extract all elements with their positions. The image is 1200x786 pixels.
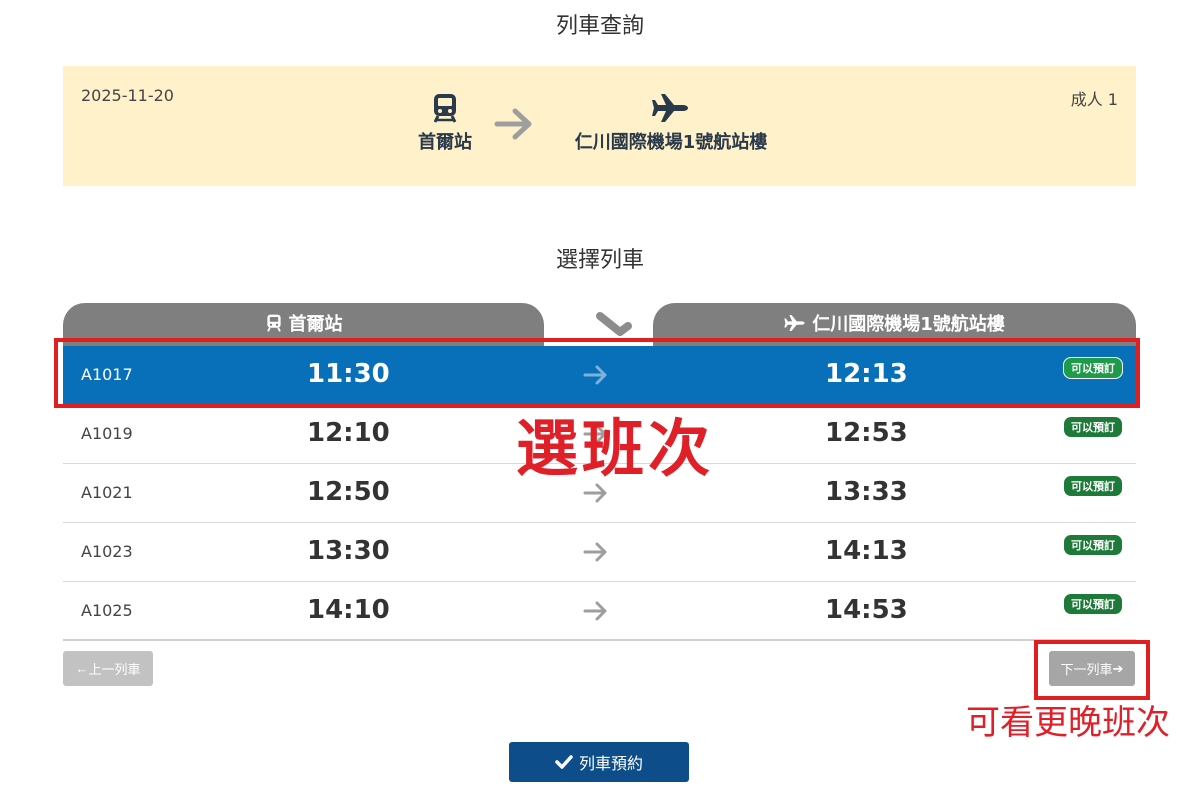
departure-time: 12:10 xyxy=(307,418,390,448)
passenger-count: 成人 1 xyxy=(1070,90,1118,109)
train-icon xyxy=(266,314,281,332)
selected-row-highlight xyxy=(54,338,1140,408)
destination-station-name: 仁川國際機場1號航站樓 xyxy=(574,132,768,153)
summary-origin: 首爾站 xyxy=(408,92,482,154)
train-row[interactable]: A1025 14:10 14:53 可以預訂 xyxy=(63,582,1136,640)
airplane-icon xyxy=(784,315,805,331)
summary-destination: 仁川國際機場1號航站樓 xyxy=(551,92,791,154)
arrow-left-icon: ← xyxy=(75,661,89,676)
check-icon xyxy=(555,755,573,769)
train-number: A1023 xyxy=(81,542,133,561)
train-number: A1019 xyxy=(81,424,133,443)
train-number: A1025 xyxy=(81,601,133,620)
arrow-right-icon xyxy=(494,108,532,140)
status-badge: 可以預訂 xyxy=(1063,475,1123,497)
arrival-time: 14:13 xyxy=(825,536,908,566)
train-icon xyxy=(433,94,457,123)
page-title: 列車查詢 xyxy=(555,14,644,39)
prev-train-label: 上一列車 xyxy=(88,662,141,677)
reserve-label: 列車預約 xyxy=(578,756,643,773)
prev-train-button[interactable]: ← 上一列車 xyxy=(63,651,153,686)
trip-summary-panel: 2025-11-20 成人 1 首爾站 仁川國際機場1號航站樓 xyxy=(63,66,1136,186)
arrival-time: 14:53 xyxy=(825,595,908,625)
airplane-icon xyxy=(652,94,688,122)
origin-station-name: 首爾站 xyxy=(418,132,472,153)
arrow-right-icon xyxy=(583,601,607,621)
divider xyxy=(63,639,1136,641)
departure-time: 14:10 xyxy=(307,595,390,625)
status-badge: 可以預訂 xyxy=(1063,534,1123,556)
reserve-button[interactable]: 列車預約 xyxy=(509,742,689,782)
annotation-see-later: 可看更晚班次 xyxy=(966,703,1170,743)
departure-time: 12:50 xyxy=(307,477,390,507)
arrival-time: 13:33 xyxy=(825,477,908,507)
header-destination-label: 仁川國際機場1號航站樓 xyxy=(812,314,1005,335)
header-origin-label: 首爾站 xyxy=(288,314,343,335)
travel-date: 2025-11-20 xyxy=(81,86,174,105)
departure-time: 13:30 xyxy=(307,536,390,566)
section-title: 選擇列車 xyxy=(555,248,644,273)
annotation-select-train: 選班次 xyxy=(516,412,715,485)
train-row[interactable]: A1023 13:30 14:13 可以預訂 xyxy=(63,523,1136,582)
arrival-time: 12:53 xyxy=(825,418,908,448)
arrow-right-icon xyxy=(583,542,607,562)
status-badge: 可以預訂 xyxy=(1063,416,1123,438)
next-button-highlight xyxy=(1034,640,1150,700)
train-number: A1021 xyxy=(81,483,133,502)
status-badge: 可以預訂 xyxy=(1063,593,1123,615)
arrow-right-icon xyxy=(583,483,607,503)
